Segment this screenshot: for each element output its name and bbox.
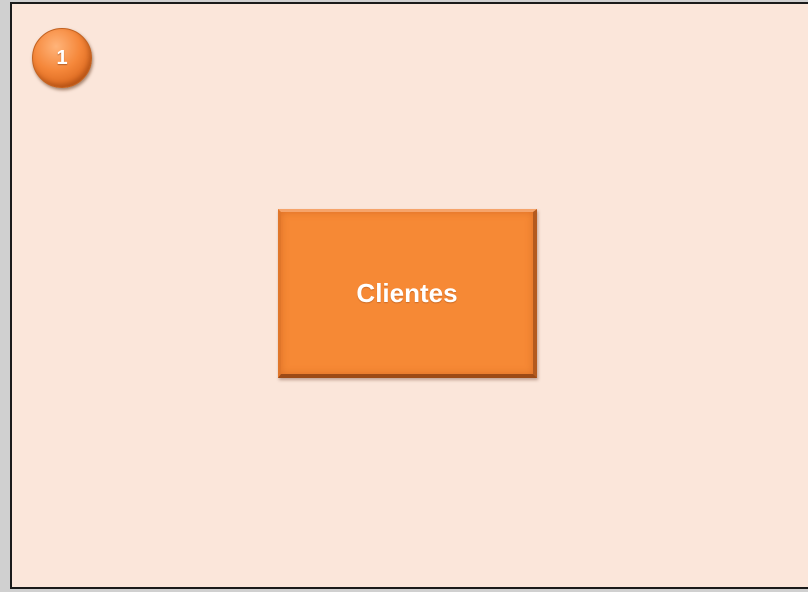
clientes-button-label: Clientes <box>356 277 458 308</box>
slide-canvas: 1 Clientes <box>10 2 808 589</box>
step-number-label: 1 <box>56 46 68 69</box>
stage: 1 Clientes <box>0 0 808 592</box>
clientes-button[interactable]: Clientes <box>278 209 537 378</box>
step-number-badge: 1 <box>32 28 92 88</box>
